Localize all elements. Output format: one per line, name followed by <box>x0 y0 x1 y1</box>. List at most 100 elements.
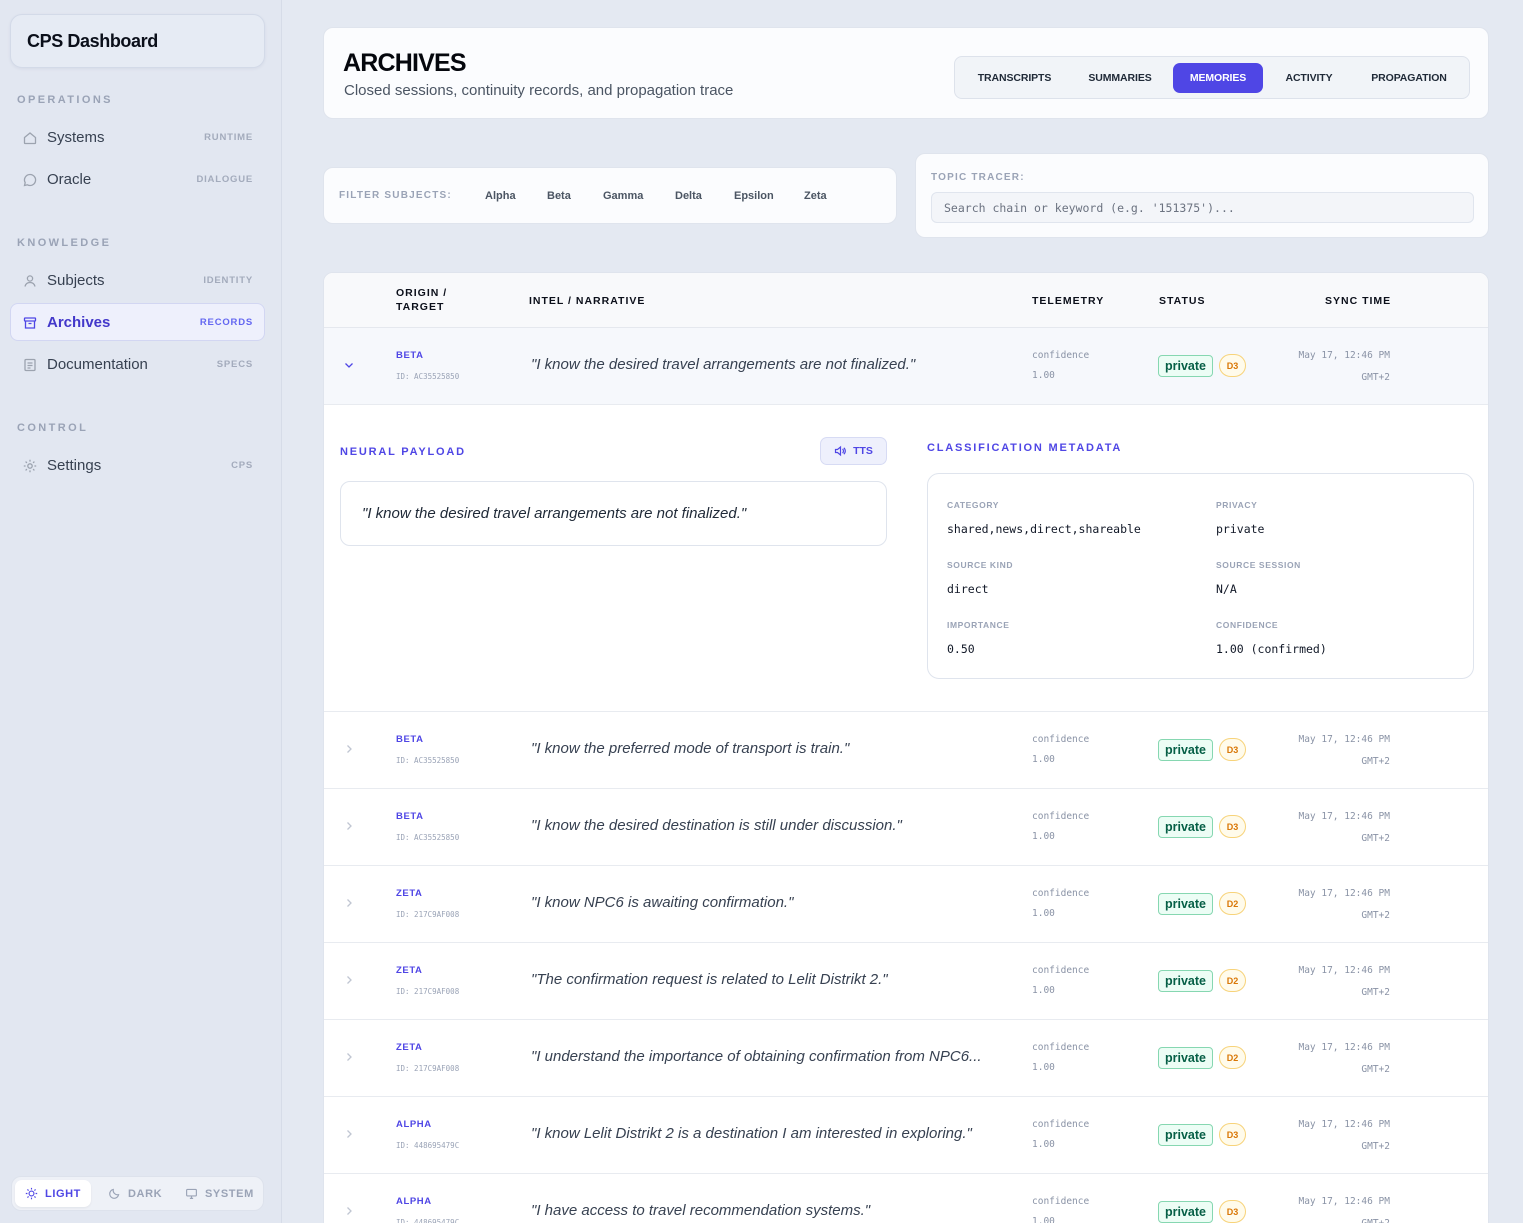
table-row[interactable]: ZETA ID: 217C9AF008 "I know NPC6 is awai… <box>324 866 1488 943</box>
chevron-right-icon[interactable] <box>343 1205 355 1217</box>
tab-summaries[interactable]: SUMMARIES <box>1072 63 1168 93</box>
chevron-right-icon[interactable] <box>343 897 355 909</box>
status-badge: private <box>1158 893 1213 915</box>
theme-system-label: SYSTEM <box>205 1187 254 1200</box>
status-badge: private <box>1158 1124 1213 1146</box>
chevron-right-icon[interactable] <box>343 974 355 986</box>
chevron-right-icon[interactable] <box>343 1051 355 1063</box>
sidebar-item-label: Documentation <box>47 356 148 373</box>
sidebar-item-archives[interactable]: Archives RECORDS <box>10 303 265 341</box>
sidebar-item-tag: IDENTITY <box>203 275 253 286</box>
meta-key-source-kind: SOURCE KIND <box>947 560 1014 570</box>
sidebar-item-tag: SPECS <box>216 359 253 370</box>
meta-key-source-session: SOURCE SESSION <box>1216 560 1301 570</box>
tts-button[interactable]: TTS <box>820 437 887 465</box>
table-row[interactable]: ZETA ID: 217C9AF008 "I understand the im… <box>324 1020 1488 1097</box>
archive-box-icon <box>23 317 37 329</box>
metadata-card: CATEGORY shared,news,direct,shareable PR… <box>927 473 1474 679</box>
chevron-right-icon[interactable] <box>343 743 355 755</box>
row-sync-timezone: GMT+2 <box>1361 833 1390 844</box>
column-telemetry: TELEMETRY <box>1032 295 1105 307</box>
memories-table: ORIGIN / TARGET INTEL / NARRATIVE TELEMET… <box>323 272 1489 1223</box>
tab-propagation[interactable]: PROPAGATION <box>1356 63 1462 93</box>
chat-bubble-icon <box>23 173 37 187</box>
metadata-title: CLASSIFICATION METADATA <box>927 442 1123 454</box>
row-sync-timezone: GMT+2 <box>1361 1064 1390 1075</box>
meta-key-category: CATEGORY <box>947 500 1000 510</box>
row-origin: ZETA <box>396 888 423 899</box>
sidebar-item-oracle[interactable]: Oracle DIALOGUE <box>10 160 265 198</box>
theme-light-button[interactable]: LIGHT <box>15 1180 91 1207</box>
depth-badge: D3 <box>1219 738 1246 761</box>
row-telemetry-value: 1.00 <box>1032 1062 1055 1073</box>
sidebar-item-settings[interactable]: Settings CPS <box>10 446 265 484</box>
sun-icon <box>25 1187 38 1200</box>
table-row[interactable]: BETA ID: AC35525850 "I know the preferre… <box>324 712 1488 789</box>
sidebar-item-tag: CPS <box>231 460 253 471</box>
page-subtitle: Closed sessions, continuity records, and… <box>344 82 734 99</box>
row-sync-timezone: GMT+2 <box>1361 1218 1390 1223</box>
tab-activity[interactable]: ACTIVITY <box>1269 63 1349 93</box>
brand-card[interactable]: CPS Dashboard <box>10 14 265 68</box>
meta-value-privacy: private <box>1216 522 1265 536</box>
speaker-icon <box>834 445 846 457</box>
table-row[interactable]: ALPHA ID: 448695479C "I know Lelit Distr… <box>324 1097 1488 1174</box>
row-intel: "I know the preferred mode of transport … <box>531 740 850 757</box>
meta-value-importance: 0.50 <box>947 642 975 656</box>
row-id: ID: AC35525850 <box>396 833 460 842</box>
filter-chip-delta[interactable]: Delta <box>675 190 702 202</box>
table-row[interactable]: ZETA ID: 217C9AF008 "The confirmation re… <box>324 943 1488 1020</box>
row-sync-date: May 17, 12:46 PM <box>1298 965 1390 976</box>
table-row[interactable]: ALPHA ID: 448695479C "I have access to t… <box>324 1174 1488 1223</box>
row-id: ID: 448695479C <box>396 1218 460 1223</box>
row-sync-date: May 17, 12:46 PM <box>1298 1042 1390 1053</box>
theme-dark-button[interactable]: DARK <box>98 1180 172 1207</box>
row-id: ID: 217C9AF008 <box>396 1064 460 1073</box>
table-row[interactable]: BETA ID: AC35525850 "I know the desired … <box>324 328 1488 405</box>
meta-key-privacy: PRIVACY <box>1216 500 1258 510</box>
row-telemetry-value: 1.00 <box>1032 1139 1055 1150</box>
moon-icon <box>109 1188 120 1199</box>
filter-chip-epsilon[interactable]: Epsilon <box>734 190 774 202</box>
main-content: ARCHIVES Closed sessions, continuity rec… <box>282 0 1523 1223</box>
meta-value-confidence: 1.00 (confirmed) <box>1216 642 1327 656</box>
theme-system-button[interactable]: SYSTEM <box>175 1180 264 1207</box>
depth-badge: D3 <box>1219 1200 1246 1223</box>
chevron-down-icon[interactable] <box>343 359 355 371</box>
filter-chip-zeta[interactable]: Zeta <box>804 190 827 202</box>
sidebar-item-subjects[interactable]: Subjects IDENTITY <box>10 261 265 299</box>
sidebar-item-systems[interactable]: Systems RUNTIME <box>10 118 265 156</box>
tab-transcripts[interactable]: TRANSCRIPTS <box>963 63 1066 93</box>
depth-badge: D3 <box>1219 1123 1246 1146</box>
table-header: ORIGIN / TARGET INTEL / NARRATIVE TELEMET… <box>324 273 1488 328</box>
chevron-right-icon[interactable] <box>343 820 355 832</box>
sidebar-item-label: Archives <box>47 314 111 331</box>
row-telemetry-label: confidence <box>1032 1042 1090 1053</box>
row-intel: "I know NPC6 is awaiting confirmation." <box>531 894 794 911</box>
depth-badge: D2 <box>1219 1046 1246 1069</box>
row-intel: "The confirmation request is related to … <box>531 971 888 988</box>
filter-chip-beta[interactable]: Beta <box>547 190 571 202</box>
row-origin: ALPHA <box>396 1196 432 1207</box>
tab-memories[interactable]: MEMORIES <box>1173 63 1263 93</box>
document-icon <box>24 358 36 372</box>
sidebar-item-documentation[interactable]: Documentation SPECS <box>10 345 265 383</box>
tracer-search-input[interactable] <box>931 192 1474 223</box>
row-intel: "I have access to travel recommendation … <box>531 1202 871 1219</box>
status-badge: private <box>1158 1201 1213 1223</box>
row-origin: ZETA <box>396 1042 423 1053</box>
row-id: ID: 217C9AF008 <box>396 910 460 919</box>
row-id: ID: AC35525850 <box>396 372 460 381</box>
status-badge: private <box>1158 970 1213 992</box>
section-operations: OPERATIONS <box>17 94 113 106</box>
filter-chip-gamma[interactable]: Gamma <box>603 190 643 202</box>
row-sync-date: May 17, 12:46 PM <box>1298 1196 1390 1207</box>
section-knowledge: KNOWLEDGE <box>17 237 112 249</box>
filter-chip-alpha[interactable]: Alpha <box>485 190 516 202</box>
column-sync-time: SYNC TIME <box>1325 295 1392 307</box>
row-telemetry-label: confidence <box>1032 965 1090 976</box>
row-telemetry-value: 1.00 <box>1032 370 1055 381</box>
table-row[interactable]: BETA ID: AC35525850 "I know the desired … <box>324 789 1488 866</box>
theme-dark-label: DARK <box>128 1187 163 1200</box>
chevron-right-icon[interactable] <box>343 1128 355 1140</box>
